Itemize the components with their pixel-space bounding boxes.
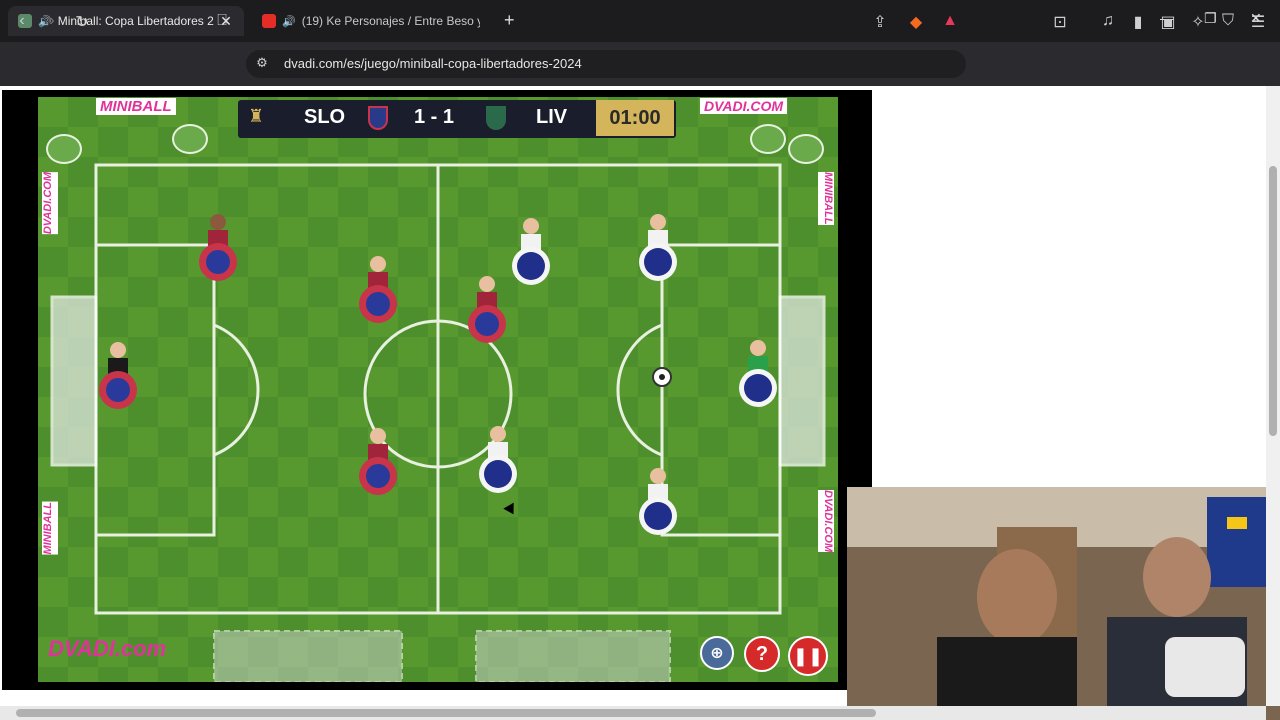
dvadi-logo[interactable]: DVADI.com (48, 636, 166, 662)
home-player[interactable] (467, 274, 507, 344)
wallet-icon[interactable]: ▣ (1158, 12, 1178, 32)
speaker-icon[interactable]: 🔊 (282, 15, 296, 28)
home-player[interactable] (358, 254, 398, 324)
away-goalkeeper[interactable] (738, 338, 778, 408)
media-icon[interactable]: ♫ (1098, 12, 1118, 30)
bookmark-icon[interactable]: ⎕ (212, 12, 232, 30)
vertical-scrollbar[interactable] (1266, 86, 1280, 706)
home-player[interactable] (358, 426, 398, 496)
brave-shield-icon[interactable]: ◆ (906, 12, 926, 32)
away-player[interactable] (478, 424, 518, 494)
photographer (788, 134, 824, 164)
side-banner-left-top: DVADI.COM (42, 172, 58, 235)
vertical-scroll-thumb[interactable] (1269, 166, 1277, 436)
soccer-ball-icon (652, 367, 672, 387)
side-banner-left-bottom: MINIBALL (42, 502, 58, 555)
match-timer: 01:00 (596, 100, 674, 136)
banner-miniball: MINIBALL (96, 98, 176, 115)
target-icon[interactable]: ⊕ (700, 636, 734, 670)
reload-icon[interactable]: ↻ (72, 12, 92, 32)
photographer (172, 124, 208, 154)
youtube-favicon-icon (262, 14, 276, 28)
horizontal-scroll-thumb[interactable] (16, 709, 876, 717)
site-settings-icon[interactable]: ⚙ (252, 55, 272, 71)
banner-dvadi: DVADI.COM (700, 98, 788, 114)
side-banner-right-top: MINIBALL (818, 172, 834, 225)
screenshot-icon[interactable]: ⊡ (1050, 12, 1070, 32)
photographer (750, 124, 786, 154)
trophy-icon: ♜ (248, 106, 265, 126)
photographer (46, 134, 82, 164)
webcam-overlay (847, 487, 1280, 720)
tab-title: (19) Ke Personajes / Entre Beso y (301, 14, 480, 28)
sidebar-icon[interactable]: ▮ (1128, 12, 1148, 32)
brave-rewards-icon[interactable]: ▲ (940, 12, 960, 30)
home-goalkeeper[interactable] (98, 340, 138, 410)
away-player[interactable] (511, 216, 551, 286)
vpn-icon[interactable]: ⛉ (1218, 12, 1238, 30)
soccer-field[interactable] (38, 97, 838, 682)
away-team-name: LIV (536, 106, 568, 128)
away-player[interactable] (638, 466, 678, 536)
pause-icon[interactable]: ❚❚ (788, 636, 828, 676)
leo-ai-icon[interactable]: ✧ (1188, 12, 1208, 32)
back-icon[interactable]: ‹ (12, 12, 32, 30)
home-team-crest-icon (368, 106, 388, 130)
help-icon[interactable]: ? (744, 636, 780, 672)
menu-icon[interactable]: ☰ (1248, 12, 1268, 32)
side-banner-right-bottom: DVADI.COM (818, 490, 834, 553)
tab-youtube[interactable]: 🔊 (19) Ke Personajes / Entre Beso y (252, 6, 490, 36)
score: 1 - 1 (414, 106, 455, 128)
horizontal-scrollbar[interactable] (0, 706, 1266, 720)
forward-icon[interactable]: › (42, 12, 62, 30)
share-icon[interactable]: ⇪ (870, 12, 890, 32)
field-markings (38, 97, 838, 682)
away-player[interactable] (638, 212, 678, 282)
new-tab-icon[interactable]: + (504, 10, 515, 31)
home-player[interactable] (198, 212, 238, 282)
url-text[interactable]: dvadi.com/es/juego/miniball-copa-liberta… (284, 56, 582, 71)
home-team-name: SLO (304, 106, 346, 128)
away-team-crest-icon (486, 106, 506, 130)
